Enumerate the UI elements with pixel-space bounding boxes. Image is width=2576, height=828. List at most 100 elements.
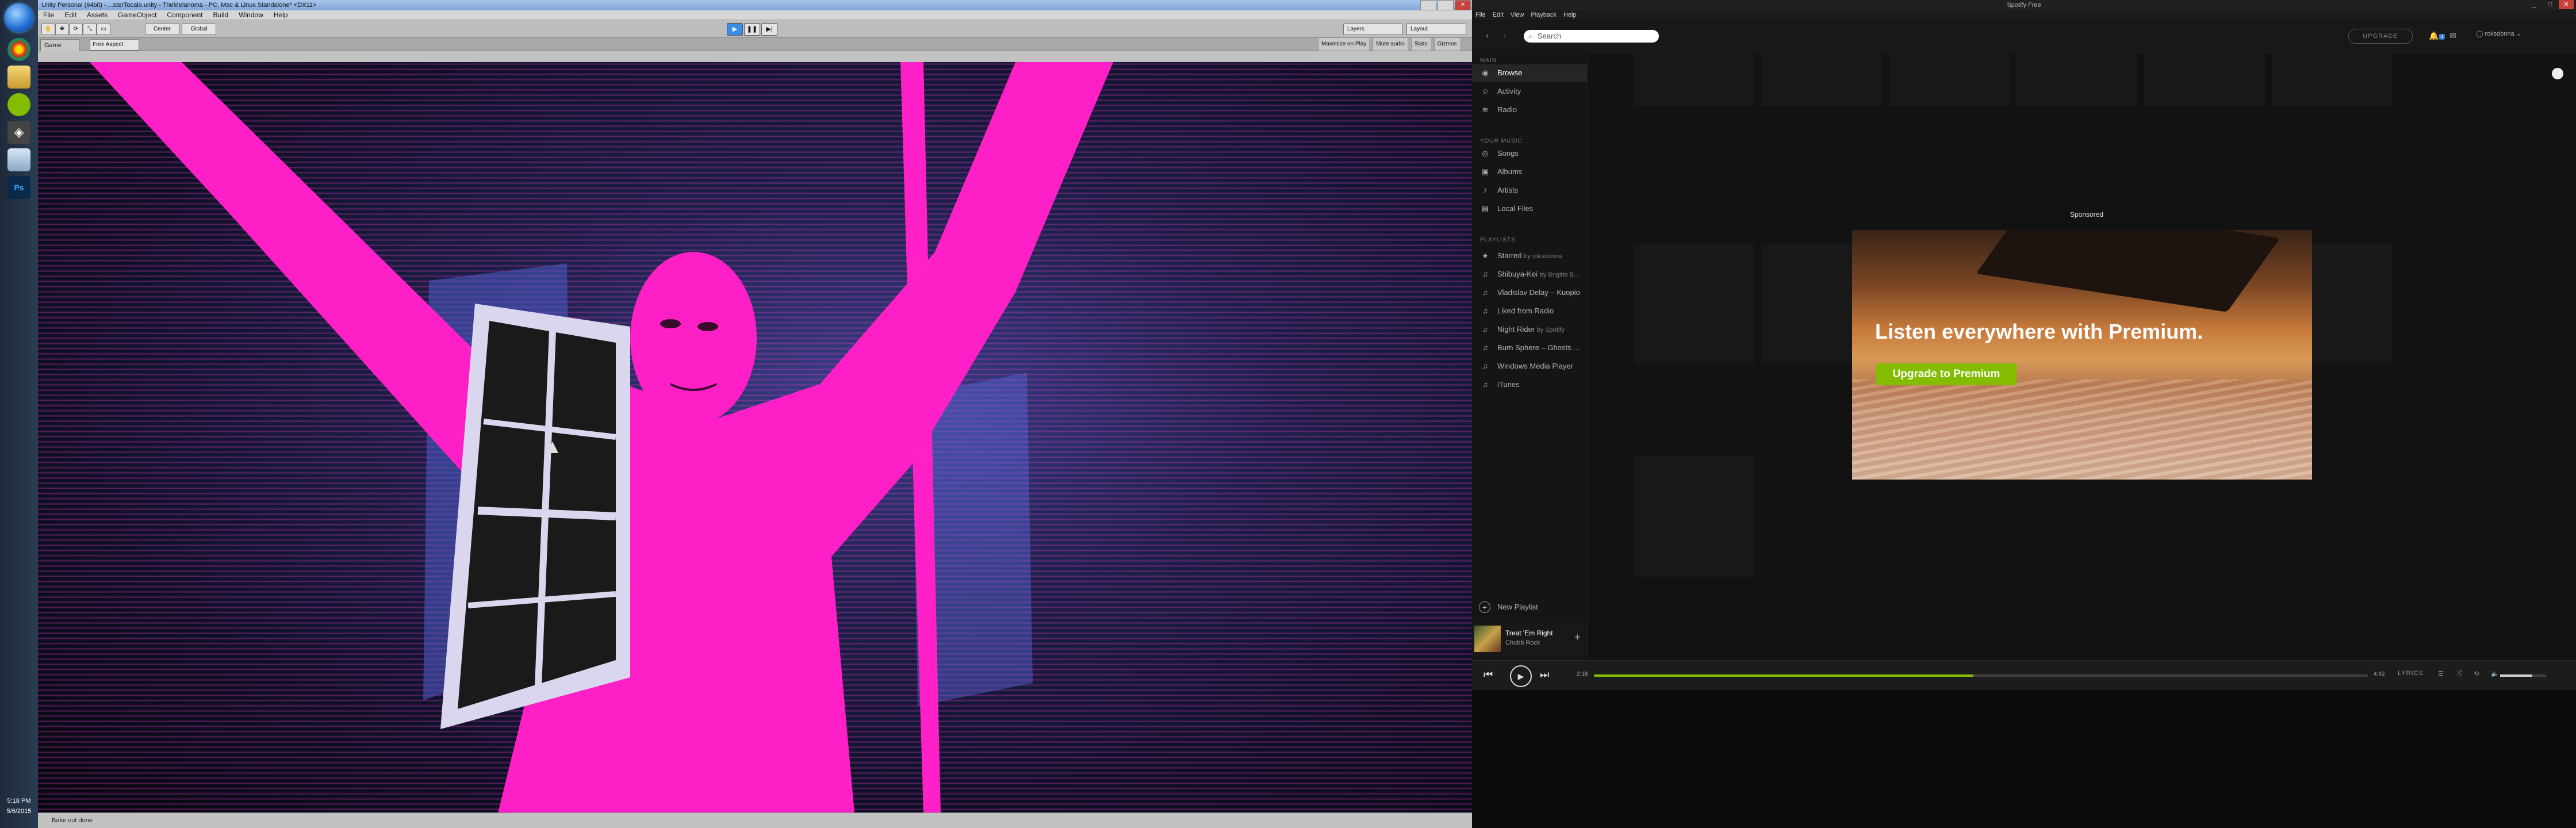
- menu-gameobject[interactable]: GameObject: [113, 10, 162, 20]
- sidebar-item-playlist[interactable]: ♫ Burn Sphere – Ghosts ...: [1472, 339, 1587, 356]
- menu-window[interactable]: Window: [233, 10, 269, 20]
- upgrade-to-premium-button[interactable]: Upgrade to Premium: [1876, 363, 2017, 385]
- volume-icon[interactable]: 🔈: [2491, 670, 2499, 677]
- maximize-icon[interactable]: □: [2543, 0, 2558, 9]
- sidebar-item-radio[interactable]: ≋ Radio: [1472, 101, 1587, 118]
- menu-help[interactable]: Help: [1560, 10, 1580, 20]
- hand-tool-icon[interactable]: ✋: [41, 24, 55, 35]
- sidebar-item-label: Radio: [1497, 105, 1517, 114]
- sidebar-item-playlist[interactable]: ★ Starred by roksdonna: [1472, 247, 1587, 264]
- sidebar-item-songs[interactable]: ◎ Songs: [1472, 145, 1587, 162]
- pivot-global-toggle[interactable]: Global: [182, 24, 216, 35]
- aspect-dropdown[interactable]: Free Aspect: [90, 39, 139, 51]
- explorer-icon[interactable]: [7, 66, 30, 89]
- rect-tool-icon[interactable]: ▭: [97, 24, 110, 35]
- move-tool-icon[interactable]: ✥: [55, 24, 69, 35]
- unity-icon[interactable]: ◈: [7, 121, 30, 144]
- menu-build[interactable]: Build: [208, 10, 233, 20]
- sidebar-item-playlist[interactable]: ♫ Windows Media Player: [1472, 358, 1587, 375]
- now-playing-title[interactable]: Treat 'Em Right: [1505, 629, 1553, 637]
- photoshop-icon[interactable]: Ps: [7, 176, 30, 199]
- grid-tile[interactable]: [1634, 244, 1754, 365]
- now-playing-artist[interactable]: Chubb Rock: [1505, 639, 1540, 646]
- sidebar-item-activity[interactable]: ☺ Activity: [1472, 83, 1587, 100]
- rotate-tool-icon[interactable]: ⟳: [69, 24, 83, 35]
- taskbar-clock-date[interactable]: 5/6/2015: [0, 807, 38, 816]
- shuffle-icon[interactable]: ⤮: [2456, 670, 2462, 677]
- add-icon[interactable]: +: [1574, 631, 1581, 643]
- tab-game[interactable]: Game: [40, 39, 79, 51]
- repeat-icon[interactable]: ⟲: [2474, 670, 2479, 677]
- forward-arrow-icon[interactable]: ›: [1503, 31, 1506, 41]
- gizmos-toggle[interactable]: Gizmos: [1433, 38, 1460, 51]
- play-button[interactable]: ▶: [1510, 665, 1532, 687]
- sidebar-item-browse[interactable]: ◉ Browse: [1472, 64, 1587, 82]
- sidebar-item-playlist[interactable]: ♫ Shibuya-Kei by Brigitte B...: [1472, 266, 1587, 283]
- grid-tile[interactable]: [1634, 457, 1754, 577]
- maximize-icon[interactable]: □: [1438, 0, 1454, 10]
- sidebar-item-playlist[interactable]: ♫ Night Rider by Spotify: [1472, 321, 1587, 338]
- premium-ad-banner[interactable]: Listen everywhere with Premium. Upgrade …: [1852, 230, 2312, 480]
- sidebar-item-label: Activity: [1497, 87, 1521, 95]
- menu-help[interactable]: Help: [269, 10, 293, 20]
- game-viewport[interactable]: [38, 62, 1472, 813]
- step-button[interactable]: ▶|: [761, 23, 777, 36]
- pause-button[interactable]: ❚❚: [744, 23, 760, 36]
- next-track-icon[interactable]: ⏭: [1540, 669, 1549, 681]
- stats-toggle[interactable]: Stats: [1410, 38, 1431, 51]
- sidebar-item-playlist[interactable]: ♫ iTunes: [1472, 376, 1587, 393]
- sidebar-item-playlist[interactable]: ♫ Vladislav Delay – Kuopio: [1472, 284, 1587, 301]
- minimize-icon[interactable]: _: [1420, 0, 1436, 10]
- volume-slider[interactable]: [2500, 674, 2546, 677]
- menu-component[interactable]: Component: [162, 10, 208, 20]
- lyrics-button[interactable]: LYRICS: [2398, 670, 2424, 677]
- start-button[interactable]: [5, 3, 33, 32]
- notepad-icon[interactable]: [7, 148, 30, 171]
- album-art[interactable]: [1474, 626, 1501, 652]
- new-playlist-button[interactable]: + New Playlist: [1472, 599, 1587, 615]
- user-menu[interactable]: ◯ roksdonna ⌄: [2476, 30, 2521, 37]
- sidebar-item-local-files[interactable]: ▤ Local Files: [1472, 200, 1587, 217]
- grid-tile[interactable]: [2272, 54, 2393, 106]
- layout-dropdown[interactable]: Layout: [1406, 24, 1466, 35]
- pivot-center-toggle[interactable]: Center: [145, 24, 179, 35]
- menu-playback[interactable]: Playback: [1527, 10, 1560, 20]
- sidebar-item-artists[interactable]: ♪ Artists: [1472, 182, 1587, 199]
- menu-edit[interactable]: Edit: [1489, 10, 1507, 20]
- grid-tile[interactable]: [1889, 54, 2010, 106]
- grid-tile[interactable]: [1761, 54, 1882, 106]
- maximize-on-play-toggle[interactable]: Maximize on Play: [1318, 38, 1370, 51]
- menu-edit[interactable]: Edit: [59, 10, 82, 20]
- menu-assets[interactable]: Assets: [82, 10, 113, 20]
- grid-tile[interactable]: [2144, 54, 2265, 106]
- back-arrow-icon[interactable]: ‹: [1486, 31, 1489, 41]
- grid-tile[interactable]: [2017, 54, 2137, 106]
- menu-view[interactable]: View: [1507, 10, 1528, 20]
- menu-file[interactable]: File: [38, 10, 59, 20]
- mute-audio-toggle[interactable]: Mute audio: [1373, 38, 1408, 51]
- sidebar-item-playlist[interactable]: ♫ Liked from Radio: [1472, 302, 1587, 320]
- playlist-icon: ♫: [1482, 288, 1488, 297]
- queue-icon[interactable]: ☰: [2438, 670, 2444, 677]
- play-button[interactable]: ▶: [727, 23, 743, 36]
- progress-bar[interactable]: [1594, 674, 2368, 677]
- plus-icon: +: [1479, 601, 1490, 613]
- close-icon[interactable]: ✕: [2559, 0, 2574, 9]
- spotify-icon[interactable]: [7, 93, 30, 116]
- inbox-icon[interactable]: ✉: [2450, 31, 2456, 41]
- info-icon[interactable]: [2552, 68, 2563, 79]
- menu-file[interactable]: File: [1472, 10, 1489, 20]
- close-icon[interactable]: ✕: [1455, 0, 1471, 10]
- grid-tile[interactable]: [1634, 54, 1754, 106]
- chrome-icon[interactable]: [7, 38, 30, 61]
- taskbar-clock-time[interactable]: 5:18 PM: [0, 797, 38, 806]
- scale-tool-icon[interactable]: ⤡: [83, 24, 97, 35]
- section-playlists-heading: PLAYLISTS: [1480, 237, 1516, 243]
- previous-track-icon[interactable]: ⏮: [1483, 669, 1493, 681]
- notifications-icon[interactable]: 🔔 4: [2429, 31, 2445, 41]
- upgrade-button[interactable]: UPGRADE: [2348, 29, 2413, 44]
- sidebar-item-albums[interactable]: ▣ Albums: [1472, 163, 1587, 181]
- minimize-icon[interactable]: _: [2527, 0, 2542, 9]
- search-input[interactable]: ⌕ Search: [1524, 30, 1659, 43]
- layers-dropdown[interactable]: Layers: [1343, 24, 1403, 35]
